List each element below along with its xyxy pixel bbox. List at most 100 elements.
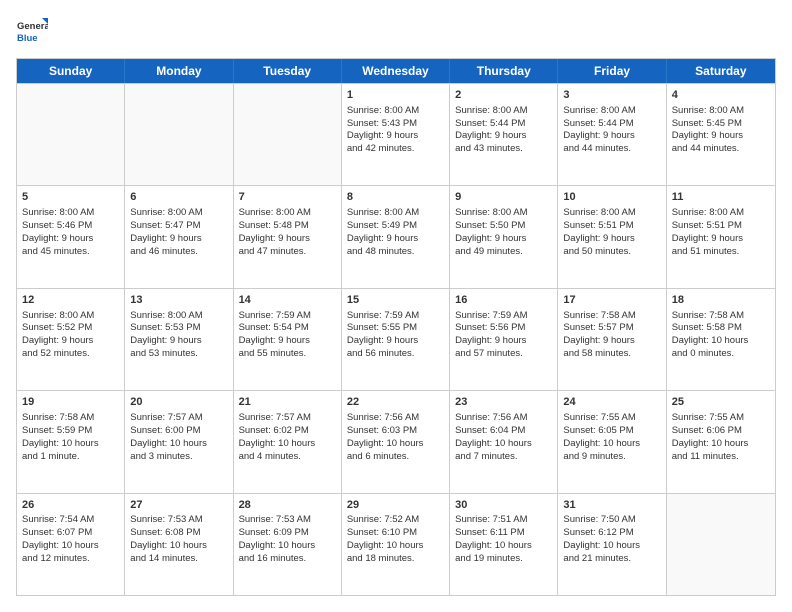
day-info: Sunrise: 7:53 AM <box>130 514 227 527</box>
day-info: and 58 minutes. <box>563 348 660 361</box>
cal-day-14: 14Sunrise: 7:59 AMSunset: 5:54 PMDayligh… <box>234 289 342 390</box>
day-number: 20 <box>130 395 227 410</box>
day-info: Sunrise: 8:00 AM <box>130 310 227 323</box>
cal-day-21: 21Sunrise: 7:57 AMSunset: 6:02 PMDayligh… <box>234 391 342 492</box>
cal-day-8: 8Sunrise: 8:00 AMSunset: 5:49 PMDaylight… <box>342 186 450 287</box>
day-info: Sunrise: 8:00 AM <box>22 207 119 220</box>
day-info: Sunset: 6:08 PM <box>130 527 227 540</box>
day-info: Daylight: 10 hours <box>563 438 660 451</box>
day-info: Sunrise: 8:00 AM <box>563 207 660 220</box>
cal-day-31: 31Sunrise: 7:50 AMSunset: 6:12 PMDayligh… <box>558 494 666 595</box>
day-info: and 44 minutes. <box>563 143 660 156</box>
logo-svg: General Blue <box>16 16 48 48</box>
calendar: SundayMondayTuesdayWednesdayThursdayFrid… <box>16 58 776 596</box>
day-info: Sunset: 5:59 PM <box>22 425 119 438</box>
day-info: Sunset: 6:06 PM <box>672 425 770 438</box>
day-info: Sunrise: 7:53 AM <box>239 514 336 527</box>
day-info: Sunset: 5:53 PM <box>130 322 227 335</box>
logo: General Blue <box>16 16 48 48</box>
day-info: Sunset: 6:11 PM <box>455 527 552 540</box>
day-info: Daylight: 9 hours <box>239 233 336 246</box>
day-info: Daylight: 9 hours <box>347 130 444 143</box>
day-info: and 19 minutes. <box>455 553 552 566</box>
day-info: Daylight: 10 hours <box>239 438 336 451</box>
day-number: 17 <box>563 293 660 308</box>
day-info: Daylight: 9 hours <box>347 233 444 246</box>
day-info: Sunset: 5:51 PM <box>672 220 770 233</box>
day-info: Daylight: 10 hours <box>347 540 444 553</box>
day-info: and 11 minutes. <box>672 451 770 464</box>
cal-day-29: 29Sunrise: 7:52 AMSunset: 6:10 PMDayligh… <box>342 494 450 595</box>
cal-day-6: 6Sunrise: 8:00 AMSunset: 5:47 PMDaylight… <box>125 186 233 287</box>
day-info: Sunset: 5:48 PM <box>239 220 336 233</box>
day-number: 27 <box>130 498 227 513</box>
cal-day-17: 17Sunrise: 7:58 AMSunset: 5:57 PMDayligh… <box>558 289 666 390</box>
day-info: Sunrise: 7:59 AM <box>347 310 444 323</box>
day-info: Daylight: 9 hours <box>22 233 119 246</box>
day-info: Sunrise: 7:58 AM <box>672 310 770 323</box>
day-info: Sunrise: 7:58 AM <box>22 412 119 425</box>
day-info: Sunset: 5:54 PM <box>239 322 336 335</box>
day-number: 22 <box>347 395 444 410</box>
svg-text:General: General <box>17 21 48 32</box>
day-info: Daylight: 10 hours <box>455 438 552 451</box>
day-info: Sunset: 5:44 PM <box>563 118 660 131</box>
day-info: Daylight: 9 hours <box>347 335 444 348</box>
day-info: Daylight: 9 hours <box>455 335 552 348</box>
cal-empty-cell <box>125 84 233 185</box>
cal-day-13: 13Sunrise: 8:00 AMSunset: 5:53 PMDayligh… <box>125 289 233 390</box>
day-info: and 55 minutes. <box>239 348 336 361</box>
day-header-thursday: Thursday <box>450 59 558 83</box>
day-header-saturday: Saturday <box>667 59 775 83</box>
day-info: Sunset: 5:58 PM <box>672 322 770 335</box>
day-number: 29 <box>347 498 444 513</box>
day-info: Sunrise: 8:00 AM <box>672 105 770 118</box>
cal-empty-cell <box>234 84 342 185</box>
day-number: 4 <box>672 88 770 103</box>
day-info: and 51 minutes. <box>672 246 770 259</box>
day-info: Sunrise: 7:56 AM <box>455 412 552 425</box>
day-info: Sunset: 5:50 PM <box>455 220 552 233</box>
day-info: and 1 minute. <box>22 451 119 464</box>
day-number: 5 <box>22 190 119 205</box>
day-number: 25 <box>672 395 770 410</box>
day-info: Sunset: 6:02 PM <box>239 425 336 438</box>
day-number: 31 <box>563 498 660 513</box>
day-number: 10 <box>563 190 660 205</box>
day-info: Sunrise: 8:00 AM <box>672 207 770 220</box>
day-info: Daylight: 10 hours <box>22 438 119 451</box>
svg-text:Blue: Blue <box>17 33 38 44</box>
day-info: Sunset: 5:49 PM <box>347 220 444 233</box>
day-info: Sunset: 6:10 PM <box>347 527 444 540</box>
cal-day-27: 27Sunrise: 7:53 AMSunset: 6:08 PMDayligh… <box>125 494 233 595</box>
day-info: Daylight: 9 hours <box>130 233 227 246</box>
day-info: Daylight: 9 hours <box>563 335 660 348</box>
header: General Blue <box>16 16 776 48</box>
day-header-sunday: Sunday <box>17 59 125 83</box>
day-info: Sunset: 5:43 PM <box>347 118 444 131</box>
calendar-body: 1Sunrise: 8:00 AMSunset: 5:43 PMDaylight… <box>17 83 775 595</box>
day-info: Sunrise: 8:00 AM <box>347 207 444 220</box>
day-number: 26 <box>22 498 119 513</box>
calendar-page: General Blue SundayMondayTuesdayWednesda… <box>0 0 792 612</box>
day-number: 30 <box>455 498 552 513</box>
day-info: Daylight: 9 hours <box>130 335 227 348</box>
day-info: and 6 minutes. <box>347 451 444 464</box>
cal-day-4: 4Sunrise: 8:00 AMSunset: 5:45 PMDaylight… <box>667 84 775 185</box>
cal-day-1: 1Sunrise: 8:00 AMSunset: 5:43 PMDaylight… <box>342 84 450 185</box>
cal-week-row: 1Sunrise: 8:00 AMSunset: 5:43 PMDaylight… <box>17 83 775 185</box>
day-info: and 46 minutes. <box>130 246 227 259</box>
day-info: Sunrise: 7:57 AM <box>239 412 336 425</box>
day-info: Daylight: 10 hours <box>455 540 552 553</box>
cal-empty-cell <box>17 84 125 185</box>
day-header-wednesday: Wednesday <box>342 59 450 83</box>
day-info: and 47 minutes. <box>239 246 336 259</box>
day-info: and 14 minutes. <box>130 553 227 566</box>
cal-day-9: 9Sunrise: 8:00 AMSunset: 5:50 PMDaylight… <box>450 186 558 287</box>
day-info: and 53 minutes. <box>130 348 227 361</box>
day-number: 19 <box>22 395 119 410</box>
day-info: Daylight: 10 hours <box>563 540 660 553</box>
day-info: and 52 minutes. <box>22 348 119 361</box>
cal-week-row: 26Sunrise: 7:54 AMSunset: 6:07 PMDayligh… <box>17 493 775 595</box>
day-number: 3 <box>563 88 660 103</box>
